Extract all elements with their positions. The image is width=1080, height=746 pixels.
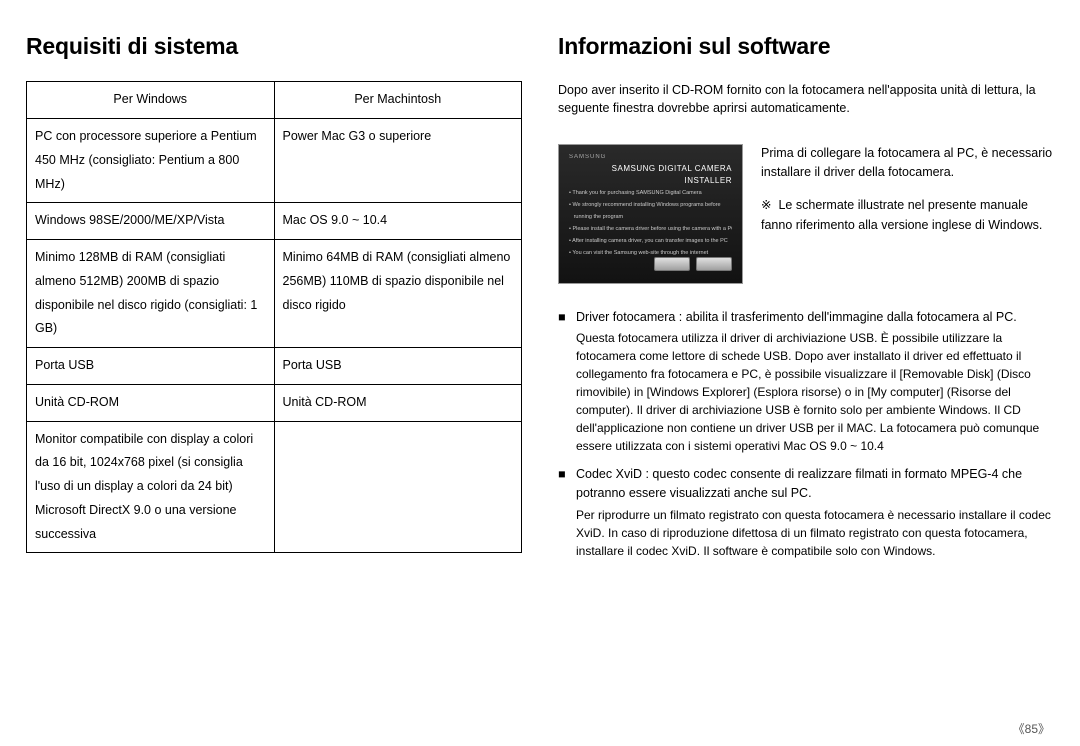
installer-body-text: • Thank you for purchasing SAMSUNG Digit… <box>569 190 732 258</box>
installer-ok-button <box>654 257 690 271</box>
table-row: Windows 98SE/2000/ME/XP/Vista Mac OS 9.0… <box>27 203 522 240</box>
square-bullet-icon: ■ <box>558 308 570 327</box>
table-cell: Porta USB <box>27 348 275 385</box>
table-cell <box>274 421 522 553</box>
installer-cancel-button <box>696 257 732 271</box>
intro-text: Dopo aver inserito il CD-ROM fornito con… <box>558 81 1054 117</box>
item-desc: Questa fotocamera utilizza il driver di … <box>576 329 1054 455</box>
square-bullet-icon: ■ <box>558 465 570 504</box>
table-cell: Minimo 64MB di RAM (consigliati almeno 2… <box>274 240 522 348</box>
list-item: ■ Driver fotocamera : abilita il trasfer… <box>558 308 1054 455</box>
list-item: ■ Codec XviD : questo codec consente di … <box>558 465 1054 560</box>
table-row: Minimo 128MB di RAM (consigliati almeno … <box>27 240 522 348</box>
installer-brand: SAMSUNG <box>569 153 732 162</box>
note-text: Le schermate illustrate nel presente man… <box>761 198 1042 231</box>
installer-screenshot: SAMSUNG SAMSUNG DIGITAL CAMERA INSTALLER… <box>558 144 743 284</box>
table-cell: Power Mac G3 o superiore <box>274 119 522 203</box>
item-desc: Per riprodurre un filmato registrato con… <box>576 506 1054 560</box>
table-cell: Windows 98SE/2000/ME/XP/Vista <box>27 203 275 240</box>
table-cell: PC con processore superiore a Pentium 45… <box>27 119 275 203</box>
table-header-windows: Per Windows <box>27 82 275 119</box>
left-heading: Requisiti di sistema <box>26 30 522 63</box>
item-lead: Codec XviD : questo codec consente di re… <box>576 465 1054 504</box>
table-cell: Unità CD-ROM <box>274 384 522 421</box>
table-row: Monitor compatibile con display a colori… <box>27 421 522 553</box>
requirements-table: Per Windows Per Machintosh PC con proces… <box>26 81 522 553</box>
figure-caption: Prima di collegare la fotocamera al PC, … <box>761 144 1054 183</box>
table-row: PC con processore superiore a Pentium 45… <box>27 119 522 203</box>
table-header-mac: Per Machintosh <box>274 82 522 119</box>
table-row: Unità CD-ROM Unità CD-ROM <box>27 384 522 421</box>
page-number: 《85》 <box>1013 721 1050 738</box>
table-row: Porta USB Porta USB <box>27 348 522 385</box>
table-cell: Unità CD-ROM <box>27 384 275 421</box>
table-cell: Mac OS 9.0 ~ 10.4 <box>274 203 522 240</box>
right-heading: Informazioni sul software <box>558 30 1054 63</box>
table-cell: Minimo 128MB di RAM (consigliati almeno … <box>27 240 275 348</box>
installer-title: SAMSUNG DIGITAL CAMERA INSTALLER <box>569 163 732 186</box>
item-lead: Driver fotocamera : abilita il trasferim… <box>576 308 1054 327</box>
table-cell: Monitor compatibile con display a colori… <box>27 421 275 553</box>
table-cell: Porta USB <box>274 348 522 385</box>
note-symbol-icon: ※ <box>761 196 775 215</box>
